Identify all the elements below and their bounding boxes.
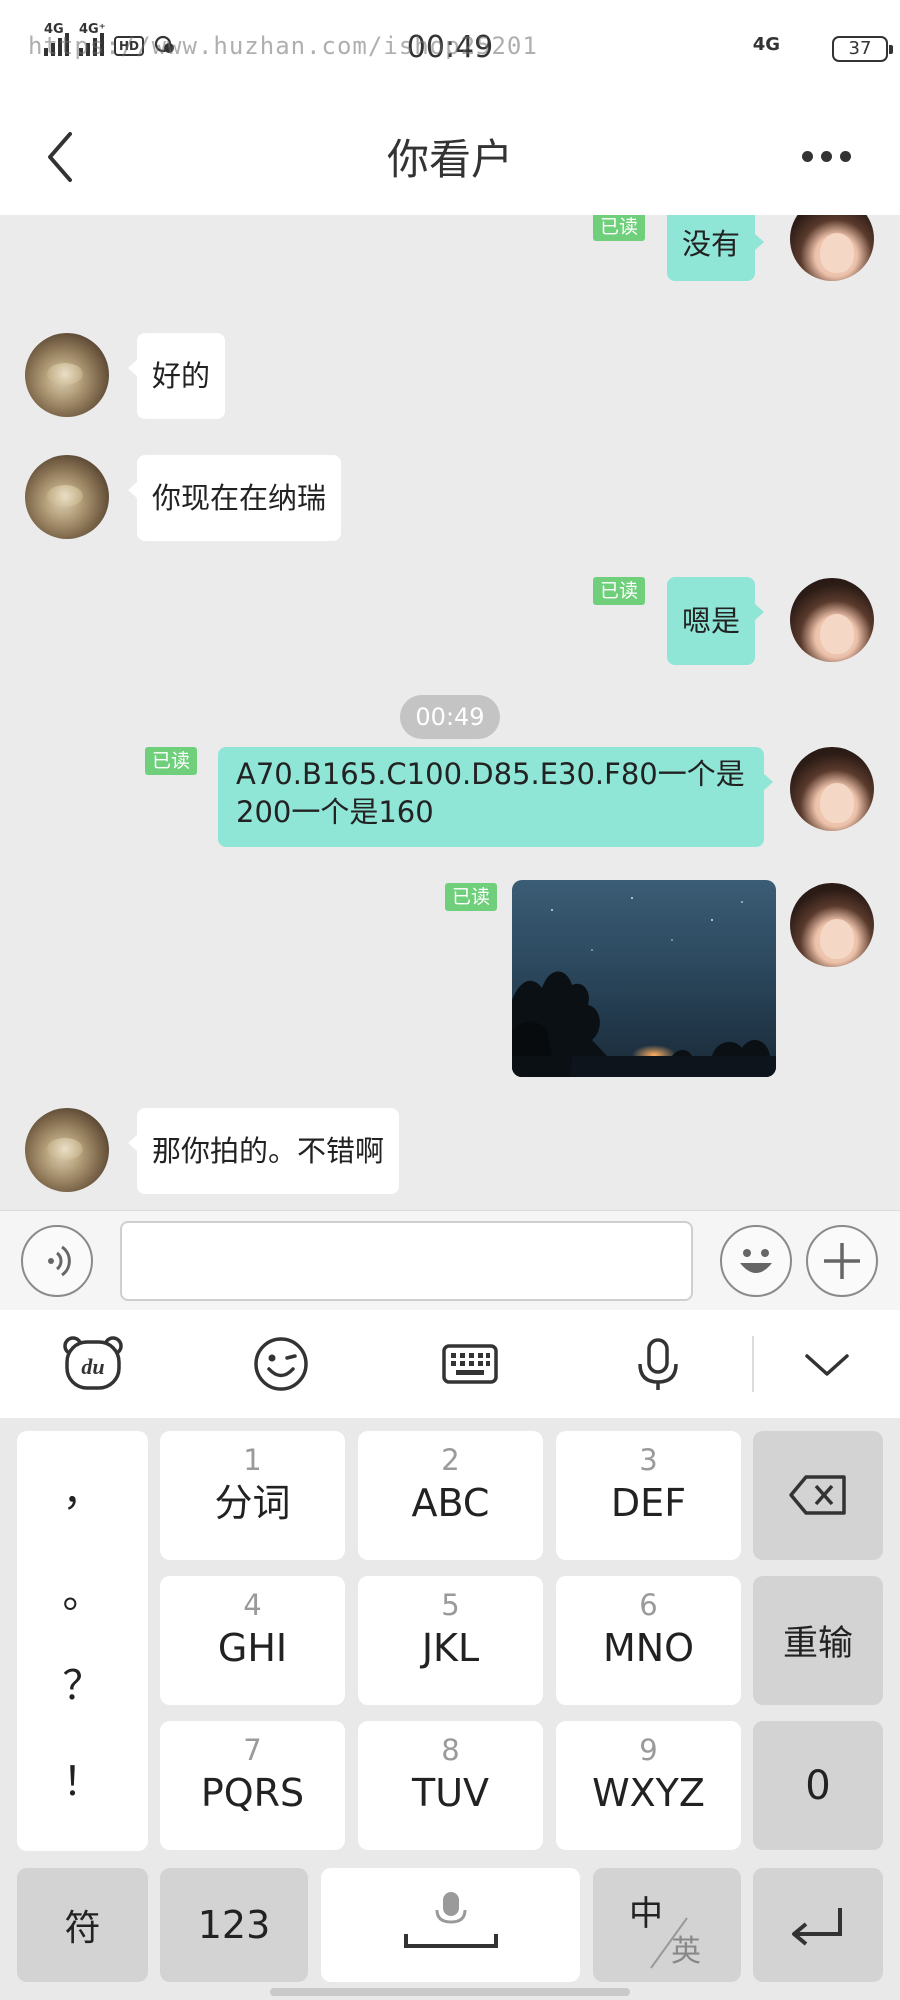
keyboard-logo-button[interactable]: du bbox=[61, 1332, 125, 1396]
reinput-key[interactable]: 重输 bbox=[753, 1576, 883, 1705]
message-bubble-received[interactable]: 那你拍的。不错啊 bbox=[127, 1108, 400, 1194]
space-key[interactable] bbox=[321, 1868, 580, 1982]
key-4[interactable]: 4 GHI bbox=[160, 1576, 345, 1705]
backspace-key[interactable] bbox=[753, 1431, 883, 1560]
punct-question-key[interactable]: ？ bbox=[17, 1653, 148, 1711]
more-dot bbox=[821, 150, 832, 162]
key-1[interactable]: 1 分词 bbox=[160, 1431, 345, 1560]
key-number: 6 bbox=[639, 1588, 658, 1622]
message-bubble-received[interactable]: 你现在在纳瑞 bbox=[127, 455, 342, 541]
add-button[interactable] bbox=[806, 1225, 878, 1297]
mic-icon bbox=[638, 1338, 678, 1390]
punctuation-panel[interactable]: ， 。 ？ ！ bbox=[17, 1431, 148, 1851]
zero-key[interactable]: 0 bbox=[753, 1721, 883, 1850]
read-receipt: 已读 bbox=[593, 577, 646, 605]
key-number: 2 bbox=[441, 1443, 460, 1477]
keyboard-layout-button[interactable] bbox=[438, 1332, 502, 1396]
more-dots-icon bbox=[802, 150, 813, 162]
key-number: 5 bbox=[441, 1588, 460, 1622]
keyboard-collapse-button[interactable] bbox=[795, 1332, 859, 1396]
message-list[interactable]: 已读 没有 好的 你现在在纳瑞 已读 嗯是 00:49 已读 A70.B165.… bbox=[0, 215, 900, 1210]
message-timestamp: 00:49 bbox=[400, 695, 500, 739]
contact-avatar[interactable] bbox=[25, 1108, 109, 1192]
keyboard-icon bbox=[442, 1344, 498, 1384]
key-label: GHI bbox=[217, 1626, 288, 1670]
key-label: 分词 bbox=[214, 1481, 291, 1525]
emoji-button[interactable] bbox=[720, 1225, 792, 1297]
backspace-icon bbox=[789, 1475, 846, 1515]
chevron-down-icon bbox=[805, 1354, 849, 1376]
enter-icon bbox=[792, 1908, 842, 1946]
key-6[interactable]: 6 MNO bbox=[556, 1576, 741, 1705]
contact-avatar[interactable] bbox=[25, 455, 109, 539]
battery-level: 37 bbox=[832, 36, 893, 62]
my-avatar[interactable] bbox=[790, 747, 874, 831]
key-label: DEF bbox=[610, 1481, 687, 1525]
key-label: ABC bbox=[411, 1481, 490, 1525]
enter-key[interactable] bbox=[753, 1868, 883, 1982]
key-3[interactable]: 3 DEF bbox=[556, 1431, 741, 1560]
key-8[interactable]: 8 TUV bbox=[358, 1721, 543, 1850]
key-2[interactable]: 2 ABC bbox=[358, 1431, 543, 1560]
key-label: JKL bbox=[421, 1626, 480, 1670]
message-bubble-sent[interactable]: 嗯是 bbox=[667, 577, 765, 665]
message-bubble-sent[interactable]: 没有 bbox=[667, 215, 765, 281]
key-number: 7 bbox=[243, 1733, 262, 1767]
home-indicator[interactable] bbox=[270, 1988, 630, 1996]
chat-header: 你看户 bbox=[0, 100, 900, 215]
space-mic-icon bbox=[403, 1892, 498, 1948]
baidu-du-icon: du bbox=[63, 1336, 123, 1390]
contact-avatar[interactable] bbox=[25, 333, 109, 417]
language-switch-key[interactable]: 中 英 bbox=[593, 1868, 741, 1982]
voice-button[interactable] bbox=[21, 1225, 93, 1297]
svg-text:du: du bbox=[81, 1354, 104, 1379]
voice-wave-icon bbox=[47, 1245, 71, 1276]
symbols-key[interactable]: 符 bbox=[17, 1868, 148, 1982]
numbers-key[interactable]: 123 bbox=[160, 1868, 308, 1982]
page-title: 你看户 bbox=[386, 135, 513, 184]
slash-divider bbox=[650, 1917, 688, 1969]
key-label: WXYZ bbox=[592, 1771, 705, 1815]
emoji-icon bbox=[739, 1248, 772, 1273]
punct-exclaim-key[interactable]: ！ bbox=[17, 1749, 148, 1807]
keyboard-emoji-button[interactable] bbox=[249, 1332, 313, 1396]
message-input-bar bbox=[0, 1210, 900, 1310]
read-receipt: 已读 bbox=[145, 747, 198, 775]
network-indicator-right: 4G bbox=[752, 34, 780, 55]
key-number: 3 bbox=[639, 1443, 658, 1477]
night-sky-photo bbox=[512, 897, 776, 1077]
read-receipt: 已读 bbox=[593, 215, 646, 241]
key-label: TUV bbox=[411, 1771, 490, 1815]
punct-comma-key[interactable]: ， bbox=[17, 1459, 148, 1517]
status-bar: 4G 4G⁺ HD 00:49 4G 37 https://www.huzhan… bbox=[0, 0, 900, 100]
key-number: 9 bbox=[639, 1733, 658, 1767]
my-avatar[interactable] bbox=[790, 578, 874, 662]
key-label: PQRS bbox=[200, 1771, 305, 1815]
key-label: MNO bbox=[602, 1626, 695, 1670]
message-input[interactable] bbox=[120, 1221, 693, 1301]
message-bubble-sent[interactable]: A70.B165.C100.D85.E30.F80一个是200一个是160 bbox=[218, 747, 773, 847]
more-dot bbox=[840, 150, 851, 162]
plus-icon bbox=[823, 1242, 860, 1279]
key-number: 8 bbox=[441, 1733, 460, 1767]
more-button[interactable] bbox=[802, 144, 862, 168]
my-avatar[interactable] bbox=[790, 215, 874, 281]
key-number: 1 bbox=[243, 1443, 262, 1477]
keyboard-mic-button[interactable] bbox=[626, 1332, 690, 1396]
toolbar-divider bbox=[752, 1336, 754, 1392]
read-receipt: 已读 bbox=[445, 883, 498, 911]
keyboard-toolbar: du bbox=[0, 1310, 900, 1418]
message-bubble-received[interactable]: 好的 bbox=[127, 333, 226, 419]
photo-message[interactable] bbox=[512, 880, 776, 1077]
smile-icon bbox=[254, 1337, 308, 1391]
keyboard: ， 。 ？ ！ 1 分词 2 ABC 3 DEF 4 GHI 5 JKL 6 M… bbox=[0, 1418, 900, 2000]
key-5[interactable]: 5 JKL bbox=[358, 1576, 543, 1705]
key-number: 4 bbox=[243, 1588, 262, 1622]
my-avatar[interactable] bbox=[790, 883, 874, 967]
punct-period-key[interactable]: 。 bbox=[17, 1561, 148, 1619]
key-9[interactable]: 9 WXYZ bbox=[556, 1721, 741, 1850]
key-7[interactable]: 7 PQRS bbox=[160, 1721, 345, 1850]
watermark: https://www.huzhan.com/ishop25201 bbox=[28, 32, 538, 60]
